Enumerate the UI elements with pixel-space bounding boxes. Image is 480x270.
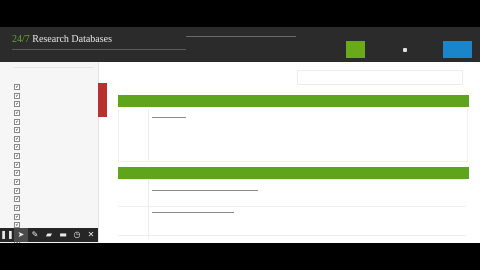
checkbox-icon[interactable]: ✔ [14, 153, 20, 160]
row-divider [118, 179, 466, 180]
checkbox-icon[interactable]: ✔ [14, 109, 20, 116]
sidebar-item[interactable]: ✔ [12, 213, 96, 222]
sidebar-item[interactable]: ✔ [12, 152, 96, 161]
pointer-icon[interactable]: ➤ [14, 228, 28, 242]
sidebar-item[interactable]: ✔ [12, 109, 96, 118]
sidebar-item[interactable]: ✔ [12, 204, 96, 213]
sidebar-item[interactable]: ✔ [12, 178, 96, 187]
checkbox-icon[interactable]: ✔ [14, 196, 20, 203]
close-icon[interactable]: ✕ [84, 228, 98, 242]
result-link-line[interactable] [152, 190, 258, 191]
brand-number: 24/7 [12, 34, 30, 45]
browser-viewport: 24/7 Research Databases ✔ ✔ ✔ ✔ ✔ ✔ ✔ ✔ ✔ ✔ ✔ ✔ ✔ ✔ ✔ ✔… [0, 27, 480, 243]
checkbox-icon[interactable]: ✔ [14, 127, 20, 134]
sidebar-item[interactable]: ✔ [12, 169, 96, 178]
checkbox-icon[interactable]: ✔ [14, 135, 20, 142]
rectangle-icon[interactable]: ▬ [56, 228, 70, 242]
annotation-toolbar: ❚❚ ➤ ✎ ▰ ▬ ◷ ✕ [0, 228, 98, 242]
pen-icon[interactable]: ✎ [28, 228, 42, 242]
column-divider [148, 109, 149, 161]
sidebar-item[interactable]: ✔ [12, 92, 96, 101]
checkbox-icon[interactable]: ✔ [14, 179, 20, 186]
site-header: 24/7 Research Databases [0, 27, 480, 62]
checkbox-icon[interactable]: ✔ [14, 144, 20, 151]
checkbox-icon[interactable]: ✔ [14, 170, 20, 177]
feedback-tab[interactable] [98, 83, 107, 117]
timer-icon[interactable]: ◷ [70, 228, 84, 242]
section-header-bar [118, 95, 469, 107]
checkbox-icon[interactable]: ✔ [14, 84, 20, 90]
header-divider [12, 49, 186, 50]
filter-sidebar: ✔✔✔✔✔✔✔✔✔✔✔✔✔✔✔✔✔✔✔✔✔✔ [0, 62, 99, 243]
sidebar-item[interactable]: ✔ [12, 126, 96, 135]
checkbox-icon[interactable]: ✔ [14, 187, 20, 194]
checkbox-icon[interactable]: ✔ [14, 161, 20, 168]
section-header-bar [118, 167, 469, 179]
row-divider [118, 235, 466, 236]
sidebar-item[interactable]: ✔ [12, 195, 96, 204]
menu-icon[interactable] [403, 48, 407, 52]
login-button[interactable] [443, 41, 472, 58]
site-logo[interactable]: 24/7 Research Databases [12, 34, 112, 45]
result-text-line [152, 117, 186, 118]
sidebar-item[interactable]: ✔ [12, 135, 96, 144]
sidebar-item[interactable]: ✔ [12, 187, 96, 196]
checkbox-icon[interactable]: ✔ [14, 213, 20, 220]
sidebar-item[interactable]: ✔ [12, 100, 96, 109]
sidebar-item[interactable]: ✔ [12, 118, 96, 127]
sidebar-item[interactable]: ✔ [12, 83, 96, 92]
highlighter-icon[interactable]: ▰ [42, 228, 56, 242]
checkbox-icon[interactable]: ✔ [14, 204, 20, 211]
checkbox-icon[interactable]: ✔ [14, 101, 20, 108]
sidebar-item[interactable]: ✔ [12, 143, 96, 152]
column-divider [148, 179, 149, 239]
search-button[interactable] [346, 41, 365, 58]
row-divider [118, 206, 466, 207]
pause-icon[interactable]: ❚❚ [0, 228, 14, 242]
search-input[interactable] [186, 36, 296, 37]
filter-input[interactable] [297, 70, 463, 85]
sidebar-heading-rule [14, 67, 94, 68]
checkbox-icon[interactable]: ✔ [14, 92, 20, 99]
filter-checkbox-list: ✔✔✔✔✔✔✔✔✔✔✔✔✔✔✔✔✔✔✔✔✔✔ [12, 83, 96, 243]
brand-name: Research Databases [32, 34, 112, 45]
checkbox-icon[interactable]: ✔ [14, 118, 20, 125]
sidebar-item[interactable]: ✔ [12, 161, 96, 170]
result-link-line[interactable] [152, 212, 234, 213]
